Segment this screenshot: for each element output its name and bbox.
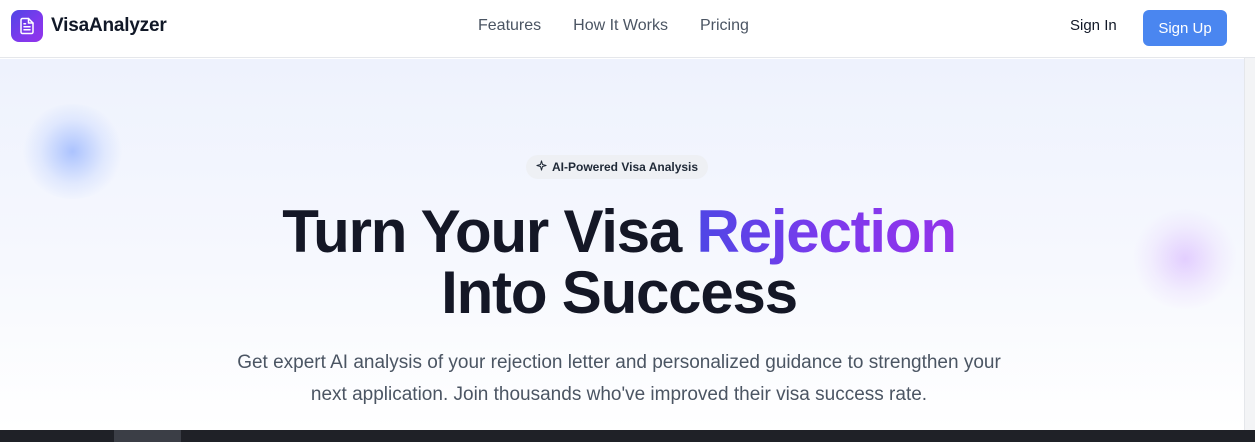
hero-section: AI-Powered Visa Analysis Turn Your Visa … — [0, 59, 1244, 430]
headline-text-end: Into Success — [441, 259, 798, 326]
sign-in-link[interactable]: Sign In — [1070, 17, 1117, 34]
feature-badge-label: AI-Powered Visa Analysis — [552, 160, 699, 174]
bottom-dark-bar — [0, 430, 1255, 442]
document-icon — [11, 10, 43, 42]
sign-up-button[interactable]: Sign Up — [1143, 10, 1227, 46]
landing-page: VisaAnalyzer Features How It Works Prici… — [0, 0, 1255, 442]
nav-link-how-it-works[interactable]: How It Works — [573, 17, 668, 35]
sparkle-icon — [536, 158, 547, 176]
decorative-blob-blue — [20, 104, 125, 199]
page-scrollbar[interactable] — [1244, 58, 1255, 430]
brand-name: VisaAnalyzer — [51, 15, 167, 36]
bottom-bar-tab[interactable] — [114, 430, 181, 442]
main-nav: Features How It Works Pricing — [478, 17, 749, 35]
hero-description: Get expert AI analysis of your rejection… — [237, 352, 1001, 405]
feature-badge: AI-Powered Visa Analysis — [526, 155, 709, 179]
headline-text-start: Turn Your Visa — [282, 198, 697, 265]
brand-logo-link[interactable]: VisaAnalyzer — [11, 10, 167, 42]
nav-link-features[interactable]: Features — [478, 17, 541, 35]
nav-link-pricing[interactable]: Pricing — [700, 17, 749, 35]
navbar: VisaAnalyzer Features How It Works Prici… — [0, 0, 1255, 58]
headline-accent-word: Rejection — [696, 198, 957, 265]
hero-headline: Turn Your Visa Rejection Into Success — [0, 201, 1238, 323]
